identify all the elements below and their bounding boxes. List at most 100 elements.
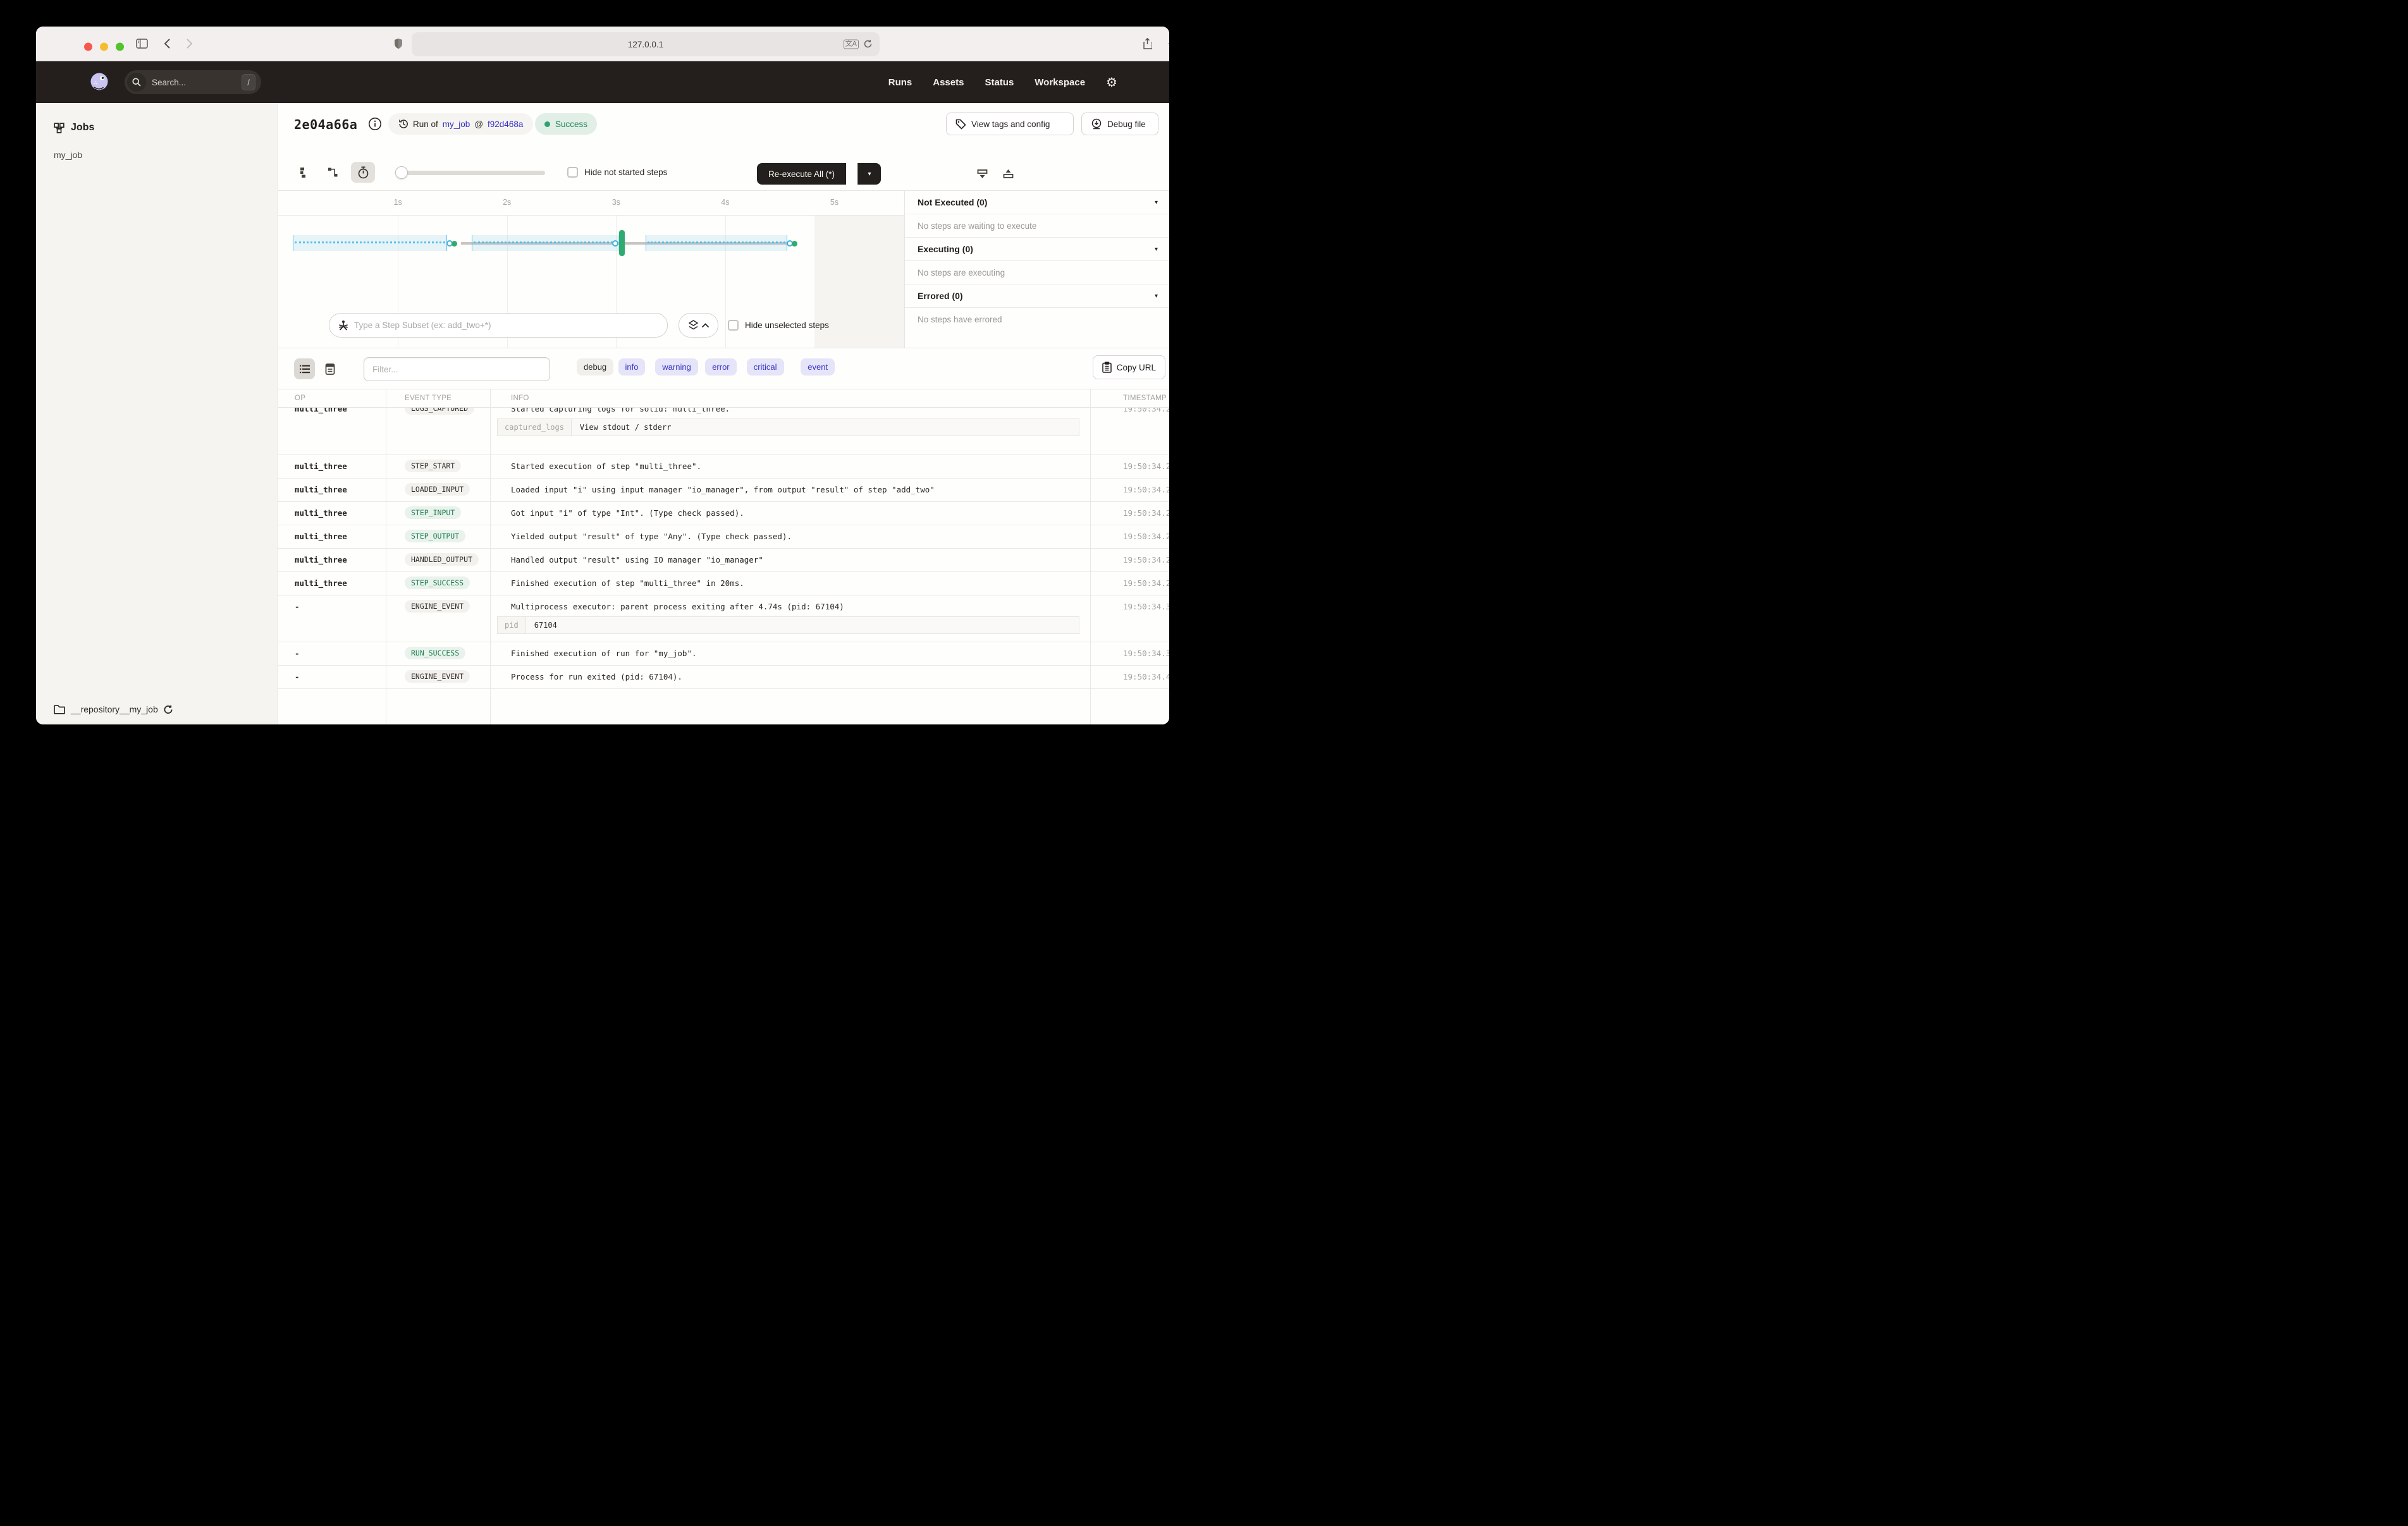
log-info-cell: Loaded input "i" using input manager "io… [490, 479, 1090, 496]
log-metadata-box: pid67104 [497, 616, 1079, 634]
filter-steps-icon[interactable] [972, 163, 993, 184]
gantt-axis-tick: 3s [612, 198, 620, 207]
shield-icon[interactable] [394, 39, 403, 49]
log-info-cell: Finished execution of run for "my_job". [490, 642, 1090, 659]
log-op-cell: - [278, 666, 386, 683]
hide-unselected-checkbox[interactable] [728, 320, 739, 331]
log-timestamp-cell: 19:50:34.229 [1090, 479, 1169, 496]
log-info-text: Process for run exited (pid: 67104). [511, 672, 1090, 681]
event-type-badge: ENGINE_EVENT [405, 600, 470, 613]
reload-repository-icon[interactable] [164, 705, 173, 714]
log-table-row[interactable]: -ENGINE_EVENTMultiprocess executor: pare… [278, 595, 1169, 642]
run-of-label: Run of [413, 119, 438, 129]
log-table-row[interactable]: -ENGINE_EVENTProcess for run exited (pid… [278, 666, 1169, 689]
log-filter-bar: debug info warning error critical event Copy … [278, 350, 1169, 389]
address-bar[interactable]: 127.0.0.1 文A [412, 32, 880, 56]
info-icon[interactable] [368, 117, 382, 131]
log-level-info[interactable]: info [618, 358, 646, 375]
log-info-cell: Multiprocess executor: parent process ex… [490, 595, 1090, 634]
gantt-axis-line [278, 215, 904, 216]
log-list-view-button[interactable] [294, 358, 315, 379]
toggle-sidebar-icon[interactable] [136, 39, 148, 49]
at-sign: @ [474, 119, 483, 129]
log-table-row[interactable]: multi_threeHANDLED_OUTPUTHandled output … [278, 549, 1169, 572]
log-op-cell: multi_three [278, 502, 386, 519]
log-table-row[interactable]: multi_threeSTEP_STARTStarted execution o… [278, 455, 1169, 479]
minimize-window-button[interactable] [100, 42, 108, 51]
zoom-slider[interactable] [396, 171, 545, 175]
log-info-text: Finished execution of run for "my_job". [511, 649, 1090, 658]
close-window-button[interactable] [84, 42, 92, 51]
share-icon[interactable] [1143, 38, 1152, 49]
metadata-value[interactable]: View stdout / stderr [572, 419, 680, 436]
run-main: 2e04a66a Run of my_job @ f92d468a Succes… [278, 103, 1169, 724]
log-level-warning[interactable]: warning [655, 358, 698, 375]
reexecute-all-button[interactable]: Re-execute All (*) [757, 163, 846, 185]
step-subset-input[interactable] [354, 320, 658, 330]
log-table-row[interactable]: multi_threeSTEP_INPUTGot input "i" of ty… [278, 502, 1169, 525]
log-event-type-cell: HANDLED_OUTPUT [386, 549, 490, 566]
panel-section-header[interactable]: Errored (0)▾ [905, 284, 1169, 308]
job-link[interactable]: my_job [443, 119, 470, 129]
log-table-row[interactable]: multi_threeSTEP_OUTPUTYielded output "re… [278, 525, 1169, 549]
dagster-logo[interactable] [88, 71, 111, 94]
timed-view-button[interactable] [351, 162, 375, 183]
nav-link-status[interactable]: Status [985, 77, 1014, 88]
hide-not-started-row: Hide not started steps [567, 167, 667, 178]
flat-view-button[interactable] [294, 162, 315, 183]
zoom-slider-knob[interactable] [395, 166, 408, 179]
log-table-row[interactable]: multi_threeLOGS_CAPTUREDStarted capturin… [278, 408, 1169, 455]
view-tags-config-button[interactable]: View tags and config [946, 113, 1074, 135]
gear-icon[interactable]: ⚙ [1106, 76, 1117, 89]
chevron-down-icon: ▾ [1155, 246, 1158, 253]
log-column-header: TIMESTAMP [1090, 394, 1169, 402]
step-subset-field[interactable] [329, 313, 668, 338]
new-tab-icon[interactable] [1168, 39, 1169, 49]
log-level-debug[interactable]: debug [577, 358, 613, 375]
hide-not-started-checkbox[interactable] [567, 167, 578, 178]
collapse-panel-icon[interactable] [998, 163, 1019, 184]
log-level-event[interactable]: event [801, 358, 835, 375]
debug-file-button[interactable]: Debug file [1081, 113, 1158, 135]
panel-section-title: Executing (0) [918, 244, 973, 254]
waterfall-view-button[interactable] [322, 162, 343, 183]
event-type-badge: LOADED_INPUT [405, 483, 470, 496]
log-structured-view-button[interactable] [319, 358, 340, 379]
log-filter-field[interactable] [364, 357, 550, 381]
nav-link-runs[interactable]: Runs [888, 77, 912, 88]
log-filter-input[interactable] [372, 365, 541, 374]
log-table-row[interactable]: multi_threeLOADED_INPUTLoaded input "i" … [278, 479, 1169, 502]
nav-link-workspace[interactable]: Workspace [1035, 77, 1085, 88]
layers-toggle-button[interactable] [679, 313, 718, 338]
panel-section-header[interactable]: Executing (0) ▾ [905, 238, 1169, 261]
log-table-header: OPEVENT TYPEINFOTIMESTAMP [278, 389, 1169, 408]
back-icon[interactable] [164, 39, 170, 49]
snapshot-link[interactable]: f92d468a [488, 119, 523, 129]
gantt-step-bar[interactable] [646, 235, 787, 251]
copy-url-button[interactable]: Copy URL [1093, 355, 1165, 379]
reexecute-dropdown-caret[interactable]: ▾ [857, 163, 881, 185]
log-table-row[interactable]: -RUN_SUCCESSFinished execution of run fo… [278, 642, 1169, 666]
sidebar-item-my-job[interactable]: my_job [36, 133, 278, 160]
gantt-step-bar[interactable] [293, 235, 446, 251]
log-level-error[interactable]: error [705, 358, 736, 375]
global-search[interactable]: Search... / [125, 70, 261, 94]
log-table-row[interactable]: multi_threeSTEP_SUCCESSFinished executio… [278, 572, 1169, 595]
log-level-critical[interactable]: critical [747, 358, 784, 375]
log-timestamp-cell: 19:50:34.245 [1090, 525, 1169, 542]
translate-icon[interactable]: 文A [844, 40, 859, 49]
event-log-table: OPEVENT TYPEINFOTIMESTAMP multi_threeLOG… [278, 389, 1169, 724]
log-info-cell: Finished execution of step "multi_three"… [490, 572, 1090, 589]
folder-icon [54, 705, 65, 714]
log-event-type-cell: RUN_SUCCESS [386, 642, 490, 659]
nav-link-assets[interactable]: Assets [933, 77, 964, 88]
zoom-window-button[interactable] [116, 42, 124, 51]
log-timestamp-cell: 19:50:34.420 [1090, 666, 1169, 683]
gantt-success-dot-marker [792, 241, 797, 247]
panel-section-header[interactable]: Not Executed (0)▾ [905, 191, 1169, 214]
reload-icon[interactable] [864, 40, 872, 49]
gantt-step-bar[interactable] [472, 235, 618, 251]
forward-icon[interactable] [187, 39, 193, 49]
search-icon [127, 73, 146, 92]
log-op-cell: multi_three [278, 408, 386, 436]
